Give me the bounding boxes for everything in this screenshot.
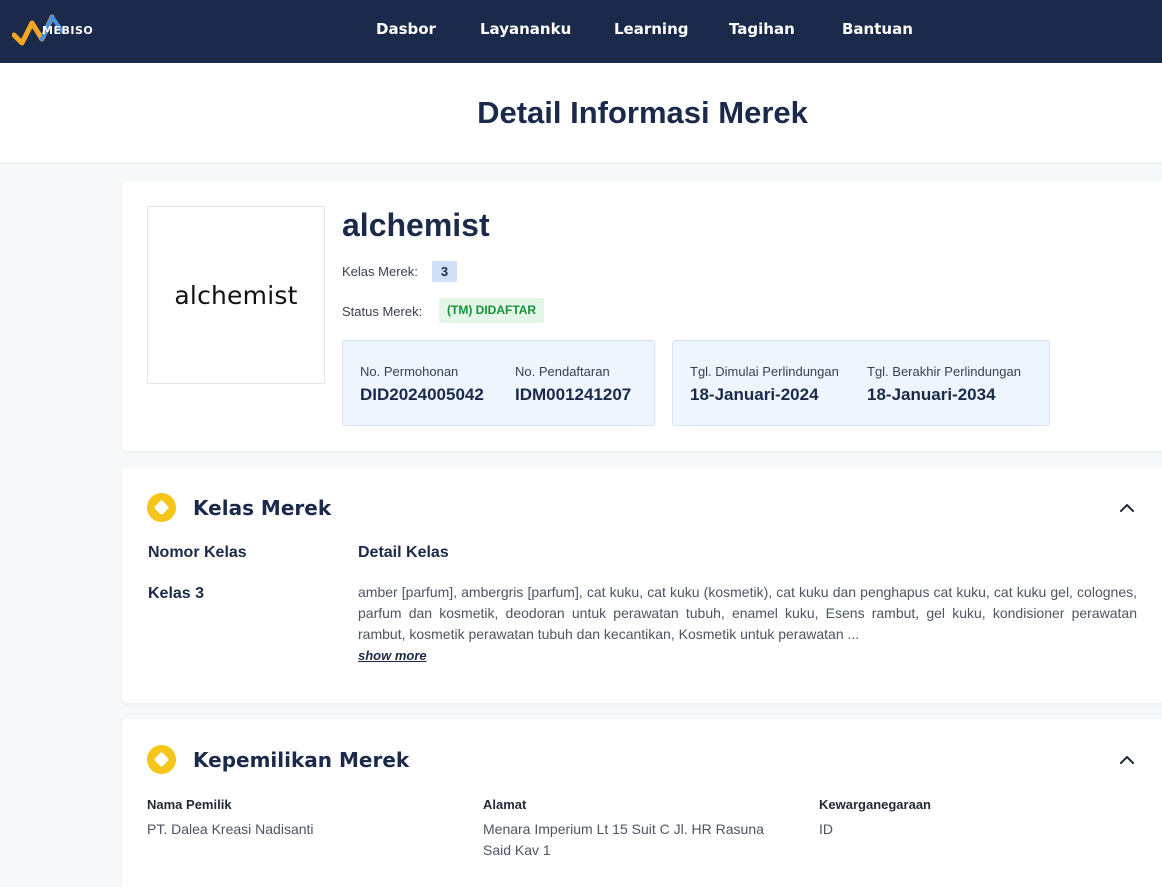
brand-name: alchemist: [342, 207, 490, 243]
detail-kelas-header: Detail Kelas: [358, 544, 449, 561]
kewarganegaraan-label: Kewarganegaraan: [819, 797, 931, 812]
kewarganegaraan-value: ID: [819, 821, 833, 837]
kelas-detail-text: amber [parfum], ambergris [parfum], cat …: [358, 584, 1137, 642]
nama-pemilik-value: PT. Dalea Kreasi Nadisanti: [147, 821, 314, 837]
logo-text: MEBISO: [42, 24, 94, 37]
registration-info-box: No. Permohonan DID2024005042 No. Pendaft…: [342, 340, 655, 426]
nama-pemilik-label: Nama Pemilik: [147, 797, 232, 812]
pemilik-section-title: Kepemilikan Merek: [193, 748, 410, 772]
title-bar: Detail Informasi Merek: [0, 63, 1162, 164]
nav-layananku[interactable]: Layananku: [480, 20, 571, 38]
section-badge-icon: [147, 745, 176, 774]
nav-tagihan[interactable]: Tagihan: [729, 20, 795, 38]
nav-learning[interactable]: Learning: [614, 20, 689, 38]
nav-dasbor[interactable]: Dasbor: [376, 20, 436, 38]
mulai-label: Tgl. Dimulai Perlindungan: [690, 364, 839, 379]
kelas-number: Kelas 3: [148, 585, 205, 602]
alamat-line-1: Menara Imperium Lt 15 Suit C Jl. HR Rasu…: [483, 821, 764, 837]
nomor-kelas-header: Nomor Kelas: [148, 544, 247, 561]
kepemilikan-merek-card: Kepemilikan Merek Nama Pemilik PT. Dalea…: [122, 719, 1162, 887]
permohonan-value: DID2024005042: [360, 385, 484, 404]
kelas-section-title: Kelas Merek: [193, 496, 332, 520]
alamat-line-2: Said Kav 1: [483, 842, 551, 858]
kelas-merek-badge: 3: [432, 261, 457, 282]
kelas-merek-label: Kelas Merek:: [342, 264, 418, 279]
brand-summary-card: alchemist alchemist Kelas Merek: 3 Statu…: [122, 181, 1162, 451]
berakhir-label: Tgl. Berakhir Perlindungan: [867, 364, 1021, 379]
pendaftaran-value: IDM001241207: [515, 385, 632, 404]
alamat-value: Menara Imperium Lt 15 Suit C Jl. HR Rasu…: [483, 819, 764, 861]
page-title: Detail Informasi Merek: [477, 95, 808, 130]
brand-logo-box: alchemist: [147, 206, 325, 384]
section-badge-icon: [147, 493, 176, 522]
status-badge: (TM) DIDAFTAR: [439, 298, 545, 323]
brand-logo-image: alchemist: [174, 280, 298, 310]
show-more-link[interactable]: show more: [358, 648, 427, 663]
chevron-up-icon[interactable]: [1118, 751, 1136, 769]
kelas-merek-card: Kelas Merek Nomor Kelas Detail Kelas Kel…: [122, 467, 1162, 703]
mulai-value: 18-Januari-2024: [690, 385, 819, 404]
top-navbar: MEBISO Dasbor Layananku Learning Tagihan…: [0, 0, 1162, 63]
nav-bantuan[interactable]: Bantuan: [842, 20, 913, 38]
permohonan-label: No. Permohonan: [360, 364, 459, 379]
alamat-label: Alamat: [483, 797, 527, 812]
pendaftaran-label: No. Pendaftaran: [515, 364, 610, 379]
status-merek-label: Status Merek:: [342, 304, 423, 319]
protection-info-box: Tgl. Dimulai Perlindungan 18-Januari-202…: [672, 340, 1050, 426]
berakhir-value: 18-Januari-2034: [867, 385, 996, 404]
chevron-up-icon[interactable]: [1118, 499, 1136, 517]
